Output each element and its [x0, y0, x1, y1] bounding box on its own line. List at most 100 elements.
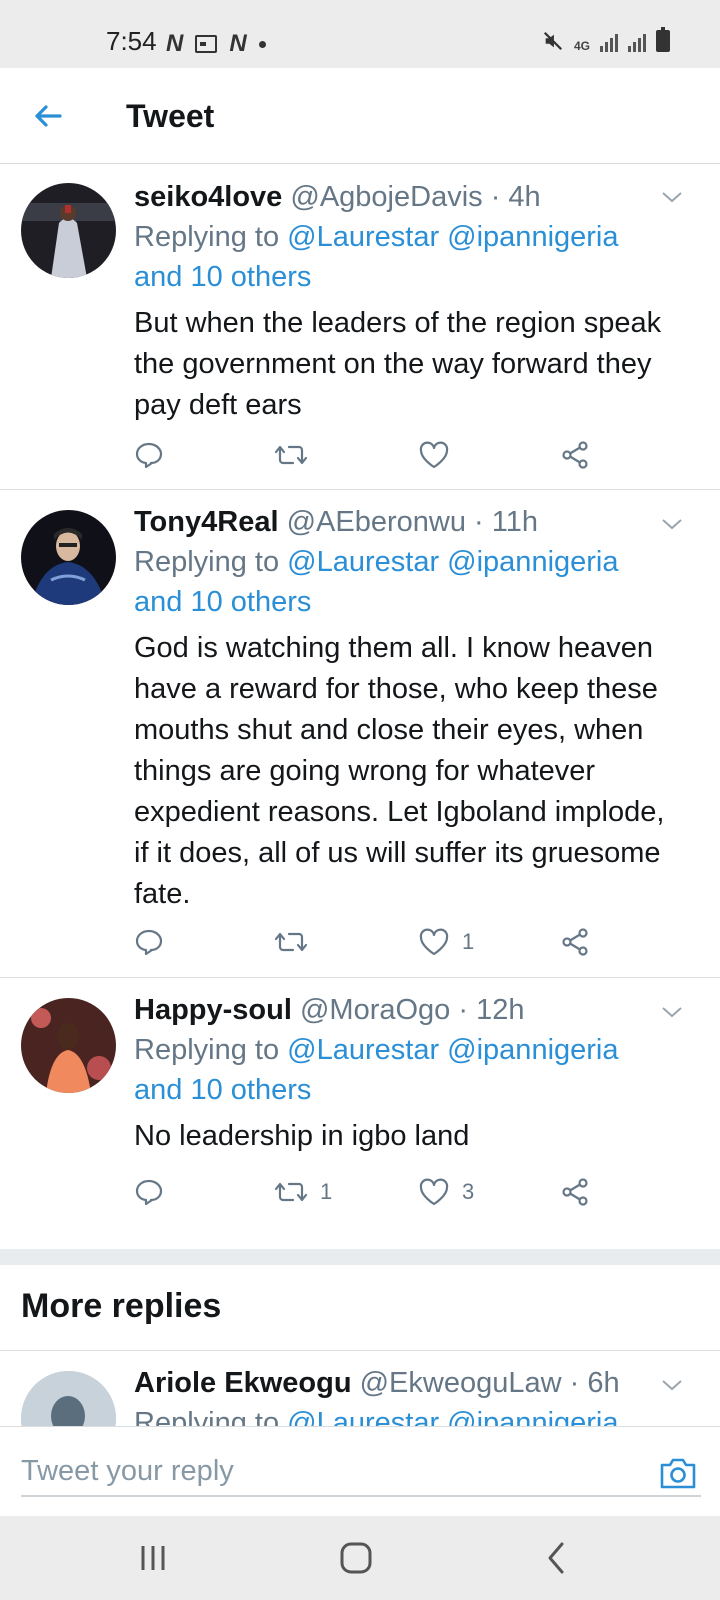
mute-icon	[543, 31, 563, 51]
avatar[interactable]	[21, 510, 116, 605]
others-link[interactable]: and 10 others	[134, 261, 311, 293]
back-nav-icon[interactable]	[538, 1538, 578, 1578]
chevron-down-icon[interactable]	[660, 1373, 684, 1397]
arrow-left-icon[interactable]	[28, 96, 68, 136]
replying-prefix: Replying to	[134, 1034, 288, 1066]
reply-input[interactable]	[21, 1447, 701, 1497]
retweet-icon	[274, 932, 308, 952]
author-name[interactable]: seiko4love	[134, 181, 282, 213]
share-button[interactable]	[560, 924, 590, 960]
replying-prefix: Replying to	[134, 1407, 288, 1426]
others-link[interactable]: and 10 others	[134, 1074, 311, 1106]
replying-to: Replying to @Laurestar @ipannigeria and …	[134, 217, 680, 297]
author-name[interactable]: Ariole Ekweogu	[134, 1367, 352, 1399]
notification-icons: N N	[166, 30, 266, 58]
tweet-text: But when the leaders of the region speak…	[134, 307, 662, 421]
reply-icon	[135, 1179, 163, 1206]
mention-link[interactable]: @Laurestar	[287, 1407, 439, 1426]
replying-to: Replying to @Laurestar @ipannigeria	[134, 1403, 680, 1426]
tweet[interactable]: seiko4love @AgbojeDavis · 4h Replying to…	[0, 165, 720, 490]
tweet-time: · 12h	[458, 994, 525, 1026]
share-button[interactable]	[560, 437, 590, 473]
share-icon	[562, 441, 588, 469]
replying-to: Replying to @Laurestar @ipannigeria and …	[134, 1030, 680, 1110]
camera-icon[interactable]	[658, 1455, 698, 1491]
tweet-text: No leadership in igbo land	[134, 1120, 470, 1152]
system-icons: 4G	[542, 27, 670, 53]
avatar[interactable]	[21, 998, 116, 1093]
like-button[interactable]	[418, 437, 462, 473]
section-title: More replies	[21, 1287, 222, 1325]
more-replies-header: More replies	[0, 1265, 720, 1351]
mention-link[interactable]: @ipannigeria	[447, 546, 618, 578]
retweet-button[interactable]	[274, 924, 320, 960]
tweet[interactable]: Happy-soul @MoraOgo · 12h Replying to @L…	[0, 978, 720, 1249]
mention-link[interactable]: @ipannigeria	[447, 1407, 618, 1426]
author-name[interactable]: Happy-soul	[134, 994, 292, 1026]
home-icon[interactable]	[336, 1538, 376, 1578]
chevron-down-icon[interactable]	[660, 185, 684, 209]
like-count: 3	[462, 1179, 475, 1204]
heart-icon	[419, 441, 449, 469]
replying-to: Replying to @Laurestar @ipannigeria and …	[134, 542, 680, 622]
share-button[interactable]	[560, 1174, 590, 1210]
recent-apps-icon[interactable]	[135, 1538, 175, 1578]
mention-link[interactable]: @ipannigeria	[447, 221, 618, 253]
retweet-button[interactable]	[274, 437, 320, 473]
avatar[interactable]	[21, 183, 116, 278]
battery-icon	[656, 27, 670, 52]
news-app-icon: N	[166, 30, 184, 57]
tweet[interactable]: Tony4Real @AEberonwu · 11h Replying to @…	[0, 490, 720, 978]
heart-icon	[419, 1178, 449, 1206]
mention-link[interactable]: @ipannigeria	[447, 1034, 618, 1066]
retweet-icon	[274, 445, 308, 465]
news-app-icon: N	[229, 30, 247, 57]
tweet-time: · 6h	[569, 1367, 620, 1399]
chevron-down-icon[interactable]	[660, 512, 684, 536]
tweet[interactable]: Ariole Ekweogu @EkweoguLaw · 6h Replying…	[0, 1351, 720, 1426]
retweet-icon	[274, 1182, 308, 1202]
more-notifications-icon	[258, 40, 266, 48]
tweet-time: · 11h	[474, 506, 538, 538]
chevron-down-icon[interactable]	[660, 1000, 684, 1024]
section-divider	[0, 1249, 720, 1265]
tweet-actions	[134, 437, 614, 473]
status-time: 7:54	[106, 26, 157, 56]
author-handle: @MoraOgo	[299, 994, 451, 1026]
reply-icon	[135, 929, 163, 956]
author-name[interactable]: Tony4Real	[134, 506, 279, 538]
retweet-count: 1	[320, 1179, 333, 1204]
replying-prefix: Replying to	[134, 546, 288, 578]
author-handle: @EkweoguLaw	[359, 1367, 562, 1399]
signal-icon	[600, 32, 618, 52]
page-title: Tweet	[126, 98, 215, 134]
share-icon	[562, 928, 588, 956]
tweet-time: · 4h	[490, 181, 541, 213]
reply-button[interactable]	[134, 1174, 164, 1210]
heart-icon	[419, 928, 449, 956]
avatar[interactable]	[21, 1371, 116, 1426]
reply-button[interactable]	[134, 924, 164, 960]
tweet-text: God is watching them all. I know heaven …	[134, 632, 665, 910]
replying-prefix: Replying to	[134, 221, 288, 253]
tweet-actions: 1 3	[134, 1174, 614, 1210]
system-navigation-bar	[0, 1516, 720, 1600]
like-button[interactable]: 1	[418, 924, 474, 960]
author-handle: @AgbojeDavis	[290, 181, 483, 213]
author-handle: @AEberonwu	[286, 506, 466, 538]
mention-link[interactable]: @Laurestar	[287, 546, 439, 578]
others-link[interactable]: and 10 others	[134, 586, 311, 618]
reply-button[interactable]	[134, 437, 164, 473]
radio-icon	[195, 35, 218, 53]
network-type: 4G	[573, 39, 590, 53]
share-icon	[562, 1178, 588, 1206]
mention-link[interactable]: @Laurestar	[287, 1034, 439, 1066]
like-button[interactable]: 3	[418, 1174, 474, 1210]
retweet-button[interactable]: 1	[274, 1174, 332, 1210]
mention-link[interactable]: @Laurestar	[287, 221, 439, 253]
reply-composer	[0, 1426, 720, 1516]
reply-icon	[135, 442, 163, 469]
tweet-actions: 1	[134, 924, 614, 960]
like-count: 1	[462, 929, 475, 954]
signal-icon	[628, 32, 646, 52]
